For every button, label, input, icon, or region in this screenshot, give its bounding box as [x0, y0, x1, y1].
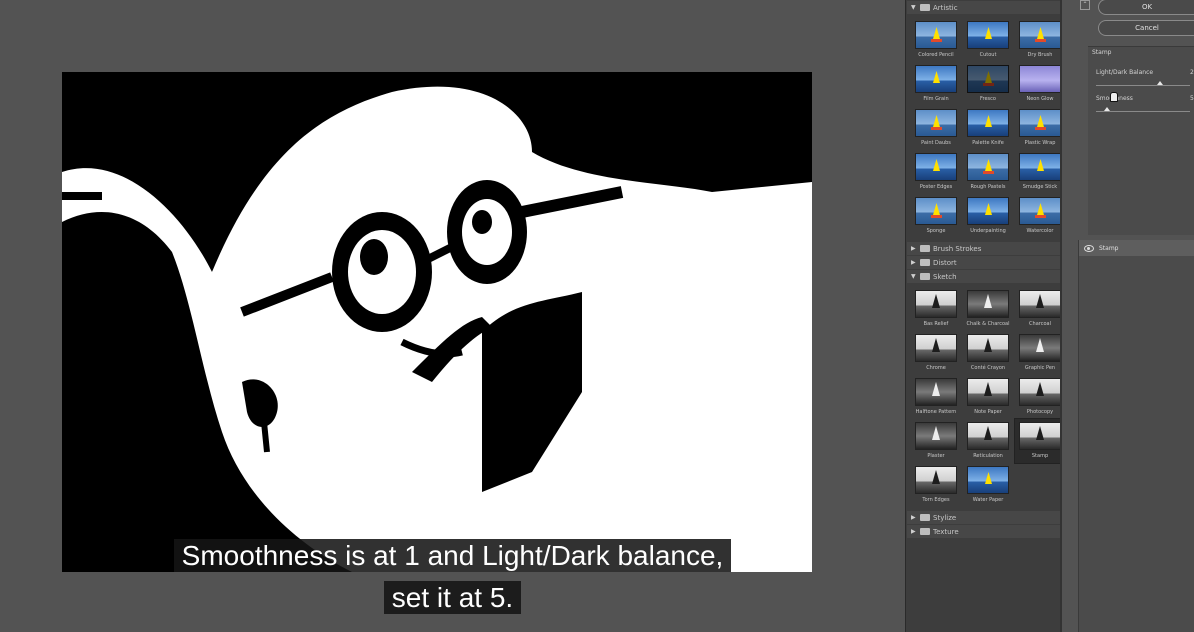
- filter-thumbnail[interactable]: Note Paper: [963, 375, 1013, 419]
- filter-thumbnail[interactable]: Cutout: [963, 18, 1013, 62]
- filter-thumbnail[interactable]: Watercolor: [1015, 194, 1063, 238]
- artistic-thumbnails: Colored Pencil Cutout Dry Brush Film Gra…: [906, 15, 1063, 241]
- filter-thumbnail[interactable]: Film Grain: [911, 62, 961, 106]
- filter-thumbnail[interactable]: Bas Relief: [911, 287, 961, 331]
- filter-thumbnail[interactable]: Fresco: [963, 62, 1013, 106]
- sketch-thumbnails: Bas Relief Chalk & Charcoal Charcoal Chr…: [906, 284, 1063, 510]
- smoothness-slider[interactable]: [1096, 111, 1190, 112]
- category-brush-strokes[interactable]: ▶ Brush Strokes: [907, 242, 1062, 255]
- stamp-preview-illustration: [62, 72, 812, 572]
- effect-layers-panel: Stamp: [1078, 240, 1194, 632]
- mouse-cursor: [1110, 92, 1118, 102]
- category-artistic[interactable]: ▼ Artistic: [907, 1, 1062, 14]
- eye-icon[interactable]: [1083, 245, 1094, 252]
- filter-thumbnail[interactable]: Graphic Pen: [1015, 331, 1063, 375]
- light-dark-balance-slider[interactable]: [1096, 85, 1190, 86]
- filter-thumbnail[interactable]: Halftone Pattern: [911, 375, 961, 419]
- filter-thumbnail[interactable]: Palette Knife: [963, 106, 1013, 150]
- category-distort[interactable]: ▶ Distort: [907, 256, 1062, 269]
- caption-line-2: set it at 5.: [0, 581, 905, 614]
- filter-thumbnail[interactable]: Colored Pencil: [911, 18, 961, 62]
- filter-name: Stamp: [1092, 49, 1112, 56]
- folder-icon: [920, 4, 930, 11]
- filter-thumbnail[interactable]: Plastic Wrap: [1015, 106, 1063, 150]
- filter-thumbnail[interactable]: Chalk & Charcoal: [963, 287, 1013, 331]
- cancel-button[interactable]: Cancel: [1098, 20, 1194, 36]
- chevron-right-icon: ▶: [911, 528, 916, 535]
- smoothness-slider-handle[interactable]: [1104, 107, 1111, 111]
- filter-thumbnail[interactable]: Underpainting: [963, 194, 1013, 238]
- preview-area: Smoothness is at 1 and Light/Dark balanc…: [0, 0, 905, 632]
- filter-thumbnail[interactable]: Sponge: [911, 194, 961, 238]
- light-dark-balance-slider-handle[interactable]: [1156, 81, 1163, 85]
- folder-icon: [920, 273, 930, 280]
- smoothness-value[interactable]: 5: [1190, 95, 1194, 102]
- folder-icon: [920, 259, 930, 266]
- collapse-icon[interactable]: ⌃: [1080, 0, 1090, 10]
- light-dark-balance-value[interactable]: 2: [1190, 69, 1194, 76]
- filter-thumbnail[interactable]: Paint Daubs: [911, 106, 961, 150]
- folder-icon: [920, 245, 930, 252]
- settings-panel: ⌃ OK Cancel Stamp Light/Dark Balance 2 S…: [1062, 0, 1194, 632]
- filter-preview-image[interactable]: [62, 72, 812, 572]
- chevron-right-icon: ▶: [911, 245, 916, 252]
- filter-gallery: ▼ Artistic Colored Pencil Cutout Dry Bru…: [905, 0, 1063, 632]
- folder-icon: [920, 514, 930, 521]
- category-stylize[interactable]: ▶ Stylize: [907, 511, 1062, 524]
- chevron-right-icon: ▶: [911, 259, 916, 266]
- caption-line-1: Smoothness is at 1 and Light/Dark balanc…: [0, 539, 905, 572]
- chevron-down-icon: ▼: [911, 273, 916, 280]
- folder-icon: [920, 528, 930, 535]
- chevron-down-icon: ▼: [911, 4, 916, 11]
- filter-thumbnail[interactable]: Charcoal: [1015, 287, 1063, 331]
- filter-thumbnail[interactable]: Photocopy: [1015, 375, 1063, 419]
- filter-thumbnail[interactable]: Dry Brush: [1015, 18, 1063, 62]
- effect-layer-row[interactable]: Stamp: [1079, 240, 1194, 256]
- filter-thumbnail[interactable]: Rough Pastels: [963, 150, 1013, 194]
- layer-name: Stamp: [1099, 244, 1119, 252]
- filter-thumbnail[interactable]: Neon Glow: [1015, 62, 1063, 106]
- filter-thumbnail[interactable]: Chrome: [911, 331, 961, 375]
- filter-thumbnail[interactable]: Torn Edges: [911, 463, 961, 507]
- light-dark-balance-label: Light/Dark Balance: [1096, 69, 1154, 76]
- filter-thumbnail[interactable]: Water Paper: [963, 463, 1013, 507]
- ok-button[interactable]: OK: [1098, 0, 1194, 15]
- filter-thumbnail[interactable]: Reticulation: [963, 419, 1013, 463]
- filter-thumbnail[interactable]: Conté Crayon: [963, 331, 1013, 375]
- filter-thumbnail[interactable]: Plaster: [911, 419, 961, 463]
- category-sketch[interactable]: ▼ Sketch: [907, 270, 1062, 283]
- filter-thumbnail-selected[interactable]: Stamp: [1014, 418, 1063, 464]
- chevron-right-icon: ▶: [911, 514, 916, 521]
- category-texture[interactable]: ▶ Texture: [907, 525, 1062, 538]
- filter-parameters: Stamp Light/Dark Balance 2 Smoothness 5: [1088, 46, 1194, 235]
- filter-thumbnail[interactable]: Smudge Stick: [1015, 150, 1063, 194]
- filter-thumbnail[interactable]: Poster Edges: [911, 150, 961, 194]
